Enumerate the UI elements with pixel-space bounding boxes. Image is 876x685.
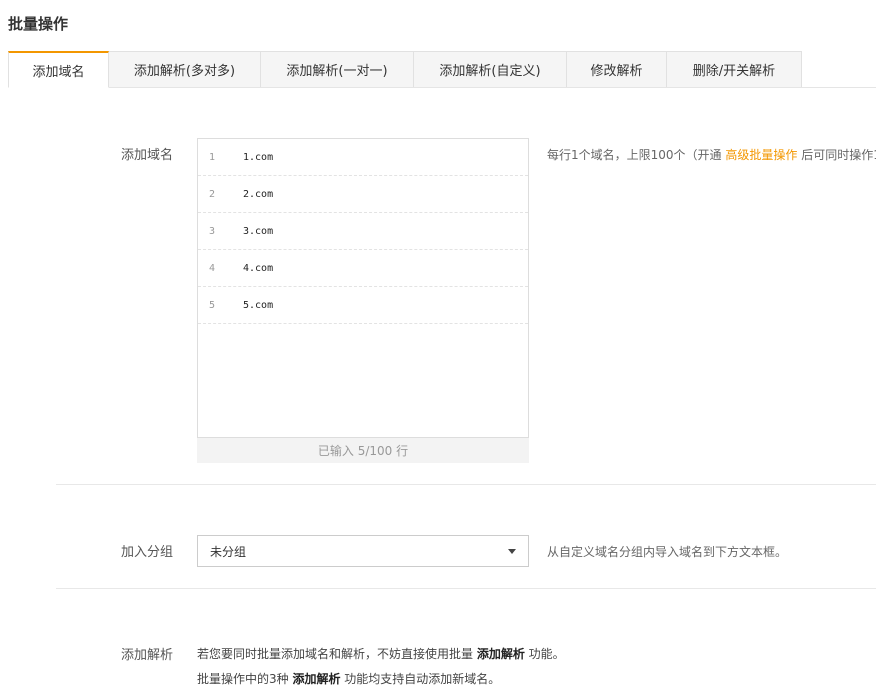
line-counter: 已输入 5/100 行 bbox=[197, 438, 529, 463]
add-record-feature-name: 添加解析 bbox=[476, 647, 525, 661]
add-domain-hint: 每行1个域名，上限100个（开通 高级批量操作 后可同时操作1 bbox=[547, 146, 876, 163]
add-record-label: 添加解析 bbox=[121, 648, 174, 663]
line-number: 4 bbox=[209, 262, 216, 274]
editor-line: 3 3.com bbox=[198, 213, 528, 250]
hint-text: 后可同时操作1 bbox=[797, 148, 876, 162]
tab-add-record-custom[interactable]: 添加解析(自定义) bbox=[414, 51, 567, 88]
editor-line: 5 5.com bbox=[198, 287, 528, 324]
section-divider bbox=[56, 484, 876, 485]
line-text: 5.com bbox=[243, 299, 274, 311]
chevron-down-icon bbox=[508, 549, 516, 554]
group-select-value: 未分组 bbox=[210, 544, 247, 559]
add-record-feature-name: 添加解析 bbox=[292, 672, 341, 685]
line-number: 5 bbox=[209, 299, 216, 311]
line-text: 3.com bbox=[243, 225, 274, 237]
group-label: 加入分组 bbox=[121, 545, 174, 560]
editor-line: 1 1.com bbox=[198, 139, 528, 176]
tab-delete-toggle-record[interactable]: 删除/开关解析 bbox=[667, 51, 802, 88]
desc-text: 若您要同时批量添加域名和解析，不妨直接使用批量 bbox=[197, 647, 477, 661]
line-number: 2 bbox=[209, 188, 216, 200]
advanced-batch-link[interactable]: 高级批量操作 bbox=[725, 148, 797, 162]
add-domain-label: 添加域名 bbox=[121, 148, 174, 163]
tab-add-domain[interactable]: 添加域名 bbox=[8, 51, 109, 88]
line-text: 1.com bbox=[243, 151, 274, 163]
domain-textarea[interactable]: 1 1.com 2 2.com 3 3.com 4 4.com 5 5.com bbox=[197, 138, 529, 438]
desc-text: 功能。 bbox=[524, 647, 565, 661]
tabs-divider bbox=[8, 87, 876, 88]
tab-add-record-one-to-one[interactable]: 添加解析(一对一) bbox=[261, 51, 414, 88]
desc-text: 功能均支持自动添加新域名。 bbox=[340, 672, 501, 685]
group-select[interactable]: 未分组 bbox=[197, 535, 529, 567]
line-text: 2.com bbox=[243, 188, 274, 200]
add-record-desc-line2: 批量操作中的3种 添加解析 功能均支持自动添加新域名。 bbox=[197, 670, 500, 685]
section-divider bbox=[56, 588, 876, 589]
page-title: 批量操作 bbox=[8, 15, 69, 33]
line-number: 3 bbox=[209, 225, 216, 237]
line-number: 1 bbox=[209, 151, 216, 163]
editor-line: 2 2.com bbox=[198, 176, 528, 213]
tab-add-record-many-to-many[interactable]: 添加解析(多对多) bbox=[109, 51, 261, 88]
desc-text: 批量操作中的3种 bbox=[197, 672, 293, 685]
editor-line: 4 4.com bbox=[198, 250, 528, 287]
hint-text: 每行1个域名，上限100个（开通 bbox=[547, 148, 726, 162]
tab-modify-record[interactable]: 修改解析 bbox=[567, 51, 667, 88]
line-text: 4.com bbox=[243, 262, 274, 274]
add-record-desc-line1: 若您要同时批量添加域名和解析，不妨直接使用批量 添加解析 功能。 bbox=[197, 645, 565, 662]
tab-bar: 添加域名 添加解析(多对多) 添加解析(一对一) 添加解析(自定义) 修改解析 … bbox=[8, 51, 802, 88]
group-hint: 从自定义域名分组内导入域名到下方文本框。 bbox=[547, 545, 788, 559]
